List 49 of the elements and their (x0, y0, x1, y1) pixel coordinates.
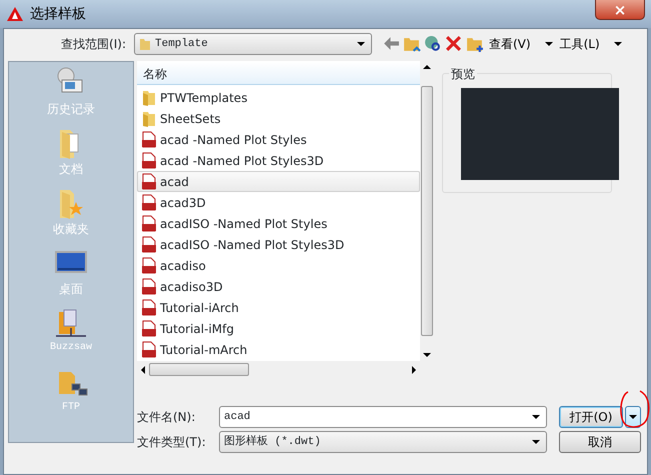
preview-label: 预览 (449, 65, 477, 83)
app-logo-icon (6, 6, 24, 22)
folder-icon (139, 37, 151, 51)
file-item[interactable]: Tutorial-mArch (137, 339, 420, 360)
drawing-file-icon (141, 320, 157, 337)
file-item[interactable]: Tutorial-iArch (137, 297, 420, 318)
file-item[interactable]: Tutorial-iMfg (137, 318, 420, 339)
drawing-file-icon (141, 131, 157, 148)
file-item[interactable]: SheetSets (137, 108, 420, 129)
caret-icon (532, 440, 540, 444)
globe-search-icon[interactable] (424, 35, 442, 53)
drawing-file-icon (141, 278, 157, 295)
cancel-button[interactable]: 取消 (559, 431, 641, 453)
drawing-file-icon (141, 236, 157, 253)
drawing-file-icon (141, 299, 157, 316)
menu-button[interactable]: 工具(L) (558, 35, 624, 53)
drawing-file-icon (141, 341, 157, 358)
name-column-header[interactable]: 名称 (137, 61, 420, 85)
file-item[interactable]: acadiso (137, 255, 420, 276)
file-item[interactable]: acad -Named Plot Styles3D (137, 150, 420, 171)
look-in-label: 查找范围(I): (60, 36, 127, 53)
caret-icon (532, 415, 540, 419)
delete-icon[interactable] (445, 35, 463, 53)
drawing-file-icon (141, 215, 157, 232)
open-button[interactable]: 打开(O) (559, 406, 623, 428)
file-item[interactable]: acad3D (137, 192, 420, 213)
drawing-file-icon (141, 194, 157, 211)
window-title: 选择样板 (30, 4, 86, 24)
folder-up-icon[interactable] (403, 35, 421, 53)
file-type-label: 文件类型(T): (137, 434, 207, 451)
file-item[interactable]: acad (137, 171, 420, 192)
new-folder-icon[interactable] (466, 35, 484, 53)
file-item[interactable]: acadiso3D (137, 276, 420, 297)
file-type-dropdown[interactable]: 图形样板 (*.dwt) (219, 431, 547, 453)
drawing-file-icon (141, 173, 157, 190)
file-item[interactable]: acadISO -Named Plot Styles3D (137, 234, 420, 255)
drawing-file-icon (141, 257, 157, 274)
file-name-field[interactable]: acad (219, 406, 547, 428)
file-item[interactable]: acadISO -Named Plot Styles (137, 213, 420, 234)
caret-icon (357, 42, 365, 46)
drawing-file-icon (141, 152, 157, 169)
folder-icon (141, 89, 157, 106)
look-in-dropdown[interactable]: Template (134, 33, 372, 55)
open-options-button[interactable] (625, 406, 641, 428)
menu-button[interactable]: 查看(V) (487, 35, 555, 53)
file-name-label: 文件名(N): (137, 409, 196, 426)
file-item[interactable]: PTWTemplates (137, 87, 420, 108)
folder-icon (141, 110, 157, 127)
file-item[interactable]: acad -Named Plot Styles (137, 129, 420, 150)
